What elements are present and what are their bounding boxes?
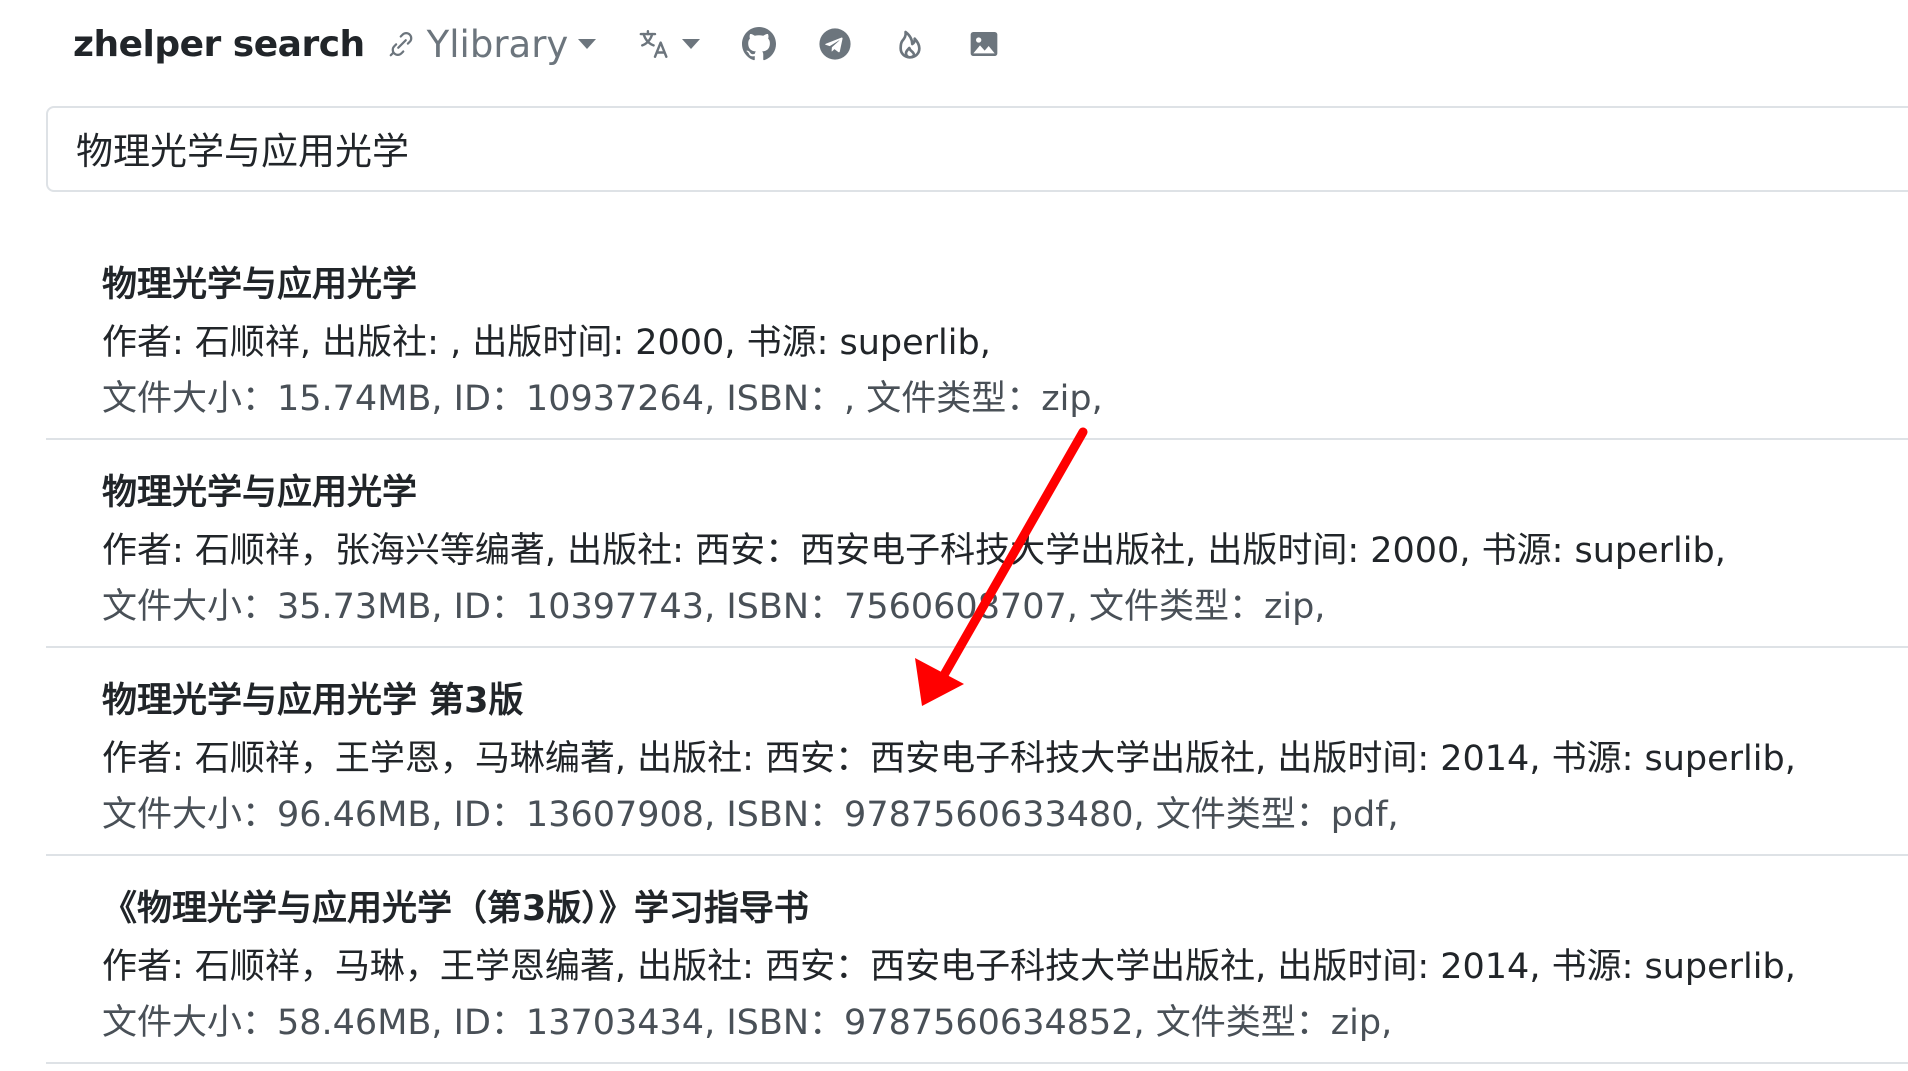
- result-title[interactable]: 《物理光学与应用光学（第3版）》学习指导书: [102, 880, 809, 931]
- result-meta-file: 文件大小：96.46MB, ID：13607908, ISBN：97875606…: [102, 795, 1399, 835]
- library-selector-label: Ylibrary: [426, 22, 569, 66]
- telegram-icon: [818, 27, 852, 61]
- result-item[interactable]: 物理光学与应用光学 作者: 石顺祥, 出版社: , 出版时间: 2000, 书源…: [46, 232, 1908, 440]
- brand-title[interactable]: zhelper search: [73, 24, 365, 65]
- result-item[interactable]: 物理光学与应用光学 第3版 作者: 石顺祥，王学恩，马琳编著, 出版社: 西安：…: [46, 648, 1908, 856]
- fire-icon: [894, 27, 926, 61]
- result-meta-author: 作者: 石顺祥，王学恩，马琳编著, 出版社: 西安：西安电子科技大学出版社, 出…: [102, 739, 1796, 779]
- result-meta-author: 作者: 石顺祥，张海兴等编著, 出版社: 西安：西安电子科技大学出版社, 出版时…: [102, 531, 1726, 571]
- result-meta-file: 文件大小：15.74MB, ID：10937264, ISBN：, 文件类型：z…: [102, 379, 1103, 419]
- result-title[interactable]: 物理光学与应用光学: [102, 464, 417, 515]
- translate-icon: [638, 27, 672, 61]
- result-meta-file: 文件大小：58.46MB, ID：13703434, ISBN：97875606…: [102, 1003, 1393, 1043]
- result-meta-author: 作者: 石顺祥，马琳，王学恩编著, 出版社: 西安：西安电子科技大学出版社, 出…: [102, 947, 1796, 987]
- search-input[interactable]: [48, 108, 1908, 188]
- github-link[interactable]: [742, 27, 777, 61]
- result-title[interactable]: 物理光学与应用光学 第3版: [102, 672, 524, 723]
- result-title[interactable]: 物理光学与应用光学: [102, 256, 417, 307]
- result-item[interactable]: 物理光学与应用光学 作者: 石顺祥，张海兴等编著, 出版社: 西安：西安电子科技…: [46, 440, 1908, 648]
- chevron-down-icon: [682, 39, 701, 49]
- result-meta-file: 文件大小：35.73MB, ID：10397743, ISBN：75606087…: [102, 587, 1326, 627]
- image-link[interactable]: [968, 28, 1000, 60]
- hot-link[interactable]: [894, 27, 926, 61]
- navbar: zhelper search Ylibrary: [73, 14, 1042, 74]
- image-icon: [968, 28, 1000, 60]
- results-list: 物理光学与应用光学 作者: 石顺祥, 出版社: , 出版时间: 2000, 书源…: [46, 232, 1908, 1064]
- telegram-link[interactable]: [818, 27, 852, 61]
- language-selector[interactable]: [638, 27, 701, 61]
- chevron-down-icon: [578, 39, 597, 49]
- result-item[interactable]: 《物理光学与应用光学（第3版）》学习指导书 作者: 石顺祥，马琳，王学恩编著, …: [46, 856, 1908, 1064]
- github-icon: [742, 27, 777, 61]
- result-meta-author: 作者: 石顺祥, 出版社: , 出版时间: 2000, 书源: superlib…: [102, 323, 991, 363]
- library-selector[interactable]: Ylibrary: [387, 23, 597, 66]
- link-icon: [387, 29, 417, 59]
- search-box: [46, 106, 1908, 192]
